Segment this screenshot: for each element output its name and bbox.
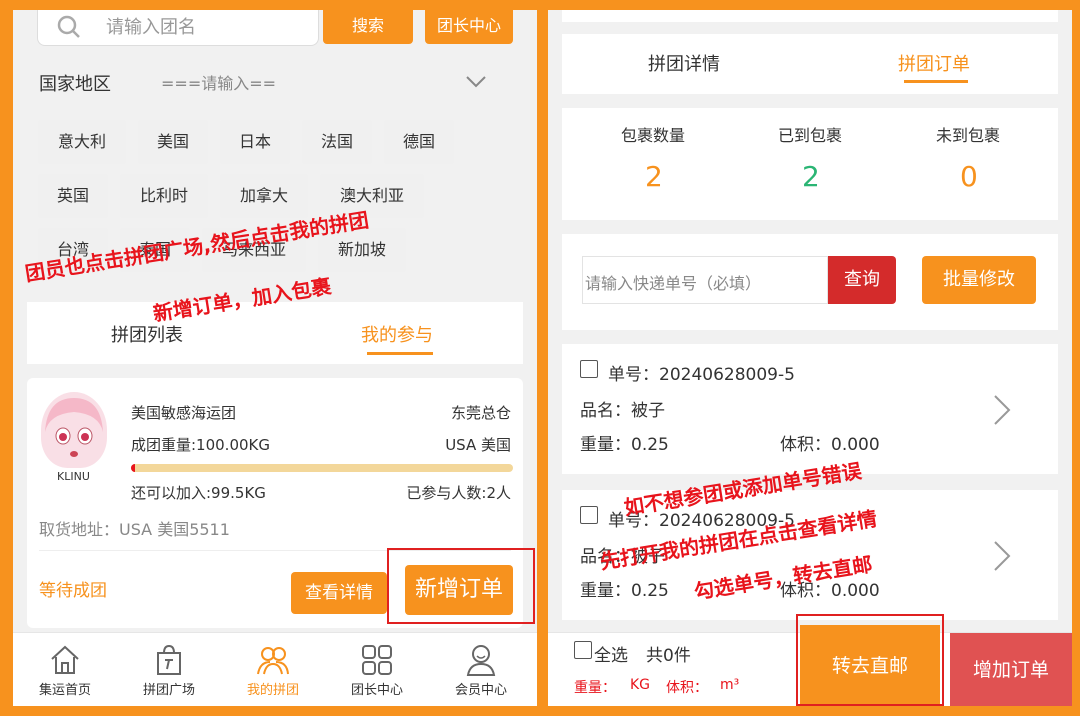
active-tab-indicator bbox=[367, 352, 433, 355]
detail-tabs: 拼团详情 拼团订单 bbox=[562, 34, 1058, 94]
stat-label-arrived: 已到包裹 bbox=[778, 126, 843, 145]
right-screenshot: 拼团详情 拼团订单 包裹数量 2 已到包裹 2 未到包裹 0 请输入快递单号（必… bbox=[548, 10, 1072, 706]
shopping-bag-icon bbox=[157, 644, 181, 675]
country-chip[interactable]: 美国 bbox=[138, 120, 208, 164]
search-bar[interactable]: 请输入团名 bbox=[37, 10, 319, 46]
country-chip[interactable]: 日本 bbox=[220, 120, 290, 164]
stat-label-pending: 未到包裹 bbox=[936, 126, 1001, 145]
tab-my-participation[interactable]: 我的参与 bbox=[361, 321, 433, 347]
stat-value-total: 2 bbox=[645, 160, 663, 193]
country-label: 国家地区 bbox=[39, 74, 111, 95]
query-section: 请输入快递单号（必填） 查询 批量修改 bbox=[562, 234, 1058, 330]
tab-group-orders[interactable]: 拼团订单 bbox=[898, 50, 970, 76]
footer-weight-label: 重量： bbox=[574, 680, 616, 696]
order-checkbox[interactable] bbox=[580, 506, 598, 524]
add-order-button[interactable]: 增加订单 bbox=[950, 633, 1072, 706]
footer-volume-unit: m³ bbox=[720, 677, 740, 693]
country-chip[interactable]: 比利时 bbox=[120, 174, 208, 218]
selected-count: 共0件 bbox=[646, 646, 691, 666]
stat-label-total: 包裹数量 bbox=[621, 126, 686, 145]
stat-value-pending: 0 bbox=[960, 160, 978, 193]
chevron-right-icon[interactable] bbox=[992, 540, 1012, 576]
batch-edit-button[interactable]: 批量修改 bbox=[922, 256, 1036, 304]
left-screenshot: 请输入团名 搜索 团长中心 国家地区 ===请输入== 意大利 美国 日本 法国… bbox=[13, 10, 537, 706]
nav-label: 我的拼团 bbox=[246, 683, 299, 698]
group-remaining: 还可以加入:99.5KG bbox=[131, 484, 266, 502]
group-warehouse: 东莞总仓 bbox=[450, 404, 511, 422]
order-item: 品名：被子 bbox=[580, 401, 665, 421]
home-icon bbox=[51, 645, 79, 674]
highlight-direct-mail bbox=[796, 614, 944, 706]
avatar-caption: KLINU bbox=[57, 470, 90, 483]
nav-item-group-square[interactable]: 拼团广场 bbox=[117, 633, 221, 698]
pickup-address: 取货地址：USA 美国5511 bbox=[39, 520, 230, 539]
group-users-icon bbox=[257, 647, 289, 675]
user-icon bbox=[466, 645, 496, 676]
nav-label: 团长中心 bbox=[350, 683, 403, 698]
country-select[interactable]: ===请输入== bbox=[161, 70, 276, 94]
nav-item-home[interactable]: 集运首页 bbox=[13, 633, 117, 698]
query-button[interactable]: 查询 bbox=[828, 256, 896, 304]
group-tabs: 拼团列表 我的参与 bbox=[27, 302, 523, 364]
active-tab-indicator bbox=[904, 80, 968, 83]
select-all-checkbox[interactable] bbox=[574, 641, 592, 659]
country-chip[interactable]: 法国 bbox=[302, 120, 372, 164]
select-all-label[interactable]: 全选 bbox=[594, 641, 628, 666]
country-chip[interactable]: 意大利 bbox=[38, 120, 126, 164]
bottom-nav: 集运首页 拼团广场 我的拼团 团长中心 会员中心 bbox=[13, 632, 537, 706]
nav-item-my-group[interactable]: 我的拼团 bbox=[221, 633, 325, 698]
leader-center-button[interactable]: 团长中心 bbox=[425, 10, 513, 44]
order-volume: 体积：0.000 bbox=[780, 435, 880, 455]
group-destination: USA 美国 bbox=[445, 436, 511, 454]
top-strip bbox=[562, 10, 1058, 22]
order-number: 单号：20240628009-5 bbox=[608, 365, 795, 385]
tracking-number-input[interactable]: 请输入快递单号（必填） bbox=[582, 256, 828, 304]
package-stats: 包裹数量 2 已到包裹 2 未到包裹 0 bbox=[562, 108, 1058, 220]
group-weight: 成团重量:100.00KG bbox=[131, 436, 270, 454]
chevron-right-icon[interactable] bbox=[992, 394, 1012, 430]
input-placeholder: 请输入快递单号（必填） bbox=[585, 274, 762, 293]
highlight-add-order bbox=[387, 548, 535, 624]
footer-weight-unit: KG bbox=[630, 677, 651, 693]
footer-volume-label: 体积： bbox=[666, 680, 708, 696]
search-button[interactable]: 搜索 bbox=[323, 10, 413, 44]
search-input[interactable]: 请输入团名 bbox=[106, 13, 196, 39]
nav-item-leader-center[interactable]: 团长中心 bbox=[325, 633, 429, 698]
group-joined-count: 已参与人数:2人 bbox=[406, 484, 511, 502]
order-weight: 重量：0.25 bbox=[580, 435, 669, 455]
country-chip[interactable]: 加拿大 bbox=[220, 174, 308, 218]
country-chip[interactable]: 德国 bbox=[384, 120, 454, 164]
search-icon bbox=[56, 14, 82, 44]
view-detail-button[interactable]: 查看详情 bbox=[291, 572, 387, 614]
stat-value-arrived: 2 bbox=[802, 160, 820, 193]
order-weight: 重量：0.25 bbox=[580, 581, 669, 601]
group-status: 等待成团 bbox=[39, 581, 107, 601]
avatar bbox=[41, 392, 107, 468]
country-chip[interactable]: 英国 bbox=[38, 174, 108, 218]
nav-item-member-center[interactable]: 会员中心 bbox=[429, 633, 533, 698]
weight-progress-fill bbox=[131, 464, 135, 472]
nav-label: 集运首页 bbox=[38, 683, 91, 698]
nav-label: 会员中心 bbox=[454, 683, 507, 698]
weight-progress-bar bbox=[131, 464, 513, 472]
order-checkbox[interactable] bbox=[580, 360, 598, 378]
grid-icon bbox=[362, 645, 392, 675]
chevron-down-icon[interactable] bbox=[465, 74, 487, 93]
nav-label: 拼团广场 bbox=[142, 683, 195, 698]
tab-group-list[interactable]: 拼团列表 bbox=[111, 321, 183, 347]
group-name: 美国敏感海运团 bbox=[131, 404, 237, 422]
order-card[interactable]: 单号：20240628009-5 品名：被子 重量：0.25 体积：0.000 bbox=[562, 344, 1058, 474]
tab-group-detail[interactable]: 拼团详情 bbox=[648, 50, 720, 76]
